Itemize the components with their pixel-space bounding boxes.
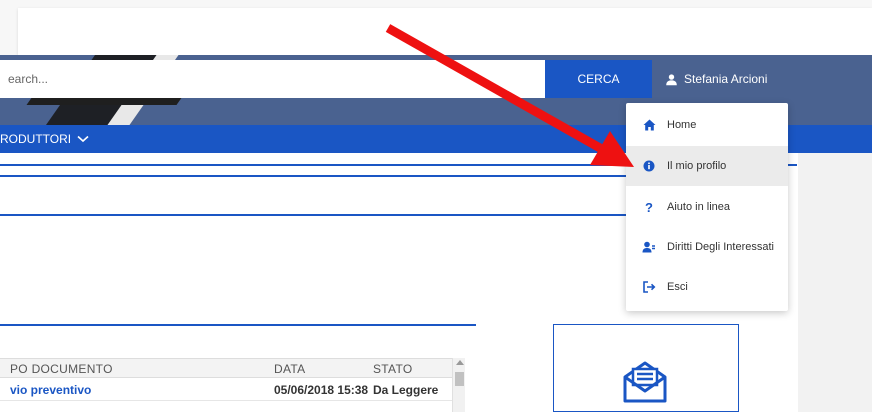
section-divider: [0, 175, 627, 177]
column-header-stato[interactable]: STATO: [373, 362, 413, 376]
scroll-thumb[interactable]: [455, 372, 464, 386]
scroll-up-icon[interactable]: [456, 360, 464, 365]
top-white-bar: [18, 8, 872, 55]
table-row[interactable]: vio preventivo 05/06/2018 15:38 Da Legge…: [0, 379, 452, 401]
section-divider: [0, 214, 627, 216]
menu-item-profile[interactable]: Il mio profilo: [626, 146, 788, 186]
user-icon: [666, 73, 677, 85]
table-header: PO DOCUMENTO DATA STATO: [0, 358, 452, 378]
menu-item-label: Home: [667, 119, 697, 131]
search-input[interactable]: earch...: [0, 60, 545, 98]
right-side-panel: [798, 153, 872, 412]
section-divider: [0, 324, 476, 326]
envelope-icon: [623, 361, 667, 403]
table-scrollbar[interactable]: [452, 358, 465, 412]
messages-card[interactable]: [553, 324, 739, 412]
cell-tipo[interactable]: vio preventivo: [10, 383, 91, 397]
column-header-data[interactable]: DATA: [274, 362, 305, 376]
menu-item-label: Diritti Degli Interessati: [667, 241, 774, 253]
menu-item-logout[interactable]: Esci: [626, 267, 788, 307]
app-window: earch... CERCA Stefania Arcioni RODUTTOR…: [0, 0, 872, 412]
cell-data: 05/06/2018 15:38: [274, 383, 369, 397]
cell-stato: Da Leggere: [373, 383, 439, 397]
user-rights-icon: [642, 240, 656, 254]
user-dropdown-menu: Home Il mio profilo ? Aiuto in linea Dir…: [626, 103, 788, 311]
documents-table: PO DOCUMENTO DATA STATO vio preventivo 0…: [0, 358, 465, 412]
search-button[interactable]: CERCA: [545, 60, 652, 98]
browser-top-area: [0, 0, 872, 55]
logout-icon: [642, 280, 656, 294]
nav-item-label: RODUTTORI: [0, 132, 72, 146]
user-menu-button[interactable]: Stefania Arcioni: [665, 60, 767, 98]
menu-item-label: Aiuto in linea: [667, 201, 730, 213]
menu-item-label: Esci: [667, 281, 688, 293]
home-icon: [642, 118, 656, 132]
menu-item-home[interactable]: Home: [626, 105, 788, 145]
question-icon: ?: [645, 199, 653, 215]
column-header-tipo[interactable]: PO DOCUMENTO: [10, 362, 113, 376]
menu-item-help[interactable]: ? Aiuto in linea: [626, 187, 788, 227]
table-row[interactable]: [0, 401, 452, 412]
info-icon: [642, 159, 656, 173]
menu-item-label: Il mio profilo: [667, 160, 727, 172]
nav-item-produttori[interactable]: RODUTTORI: [0, 125, 89, 153]
user-name: Stefania Arcioni: [684, 72, 768, 86]
menu-item-rights[interactable]: Diritti Degli Interessati: [626, 227, 788, 267]
chevron-down-icon: [77, 135, 89, 143]
